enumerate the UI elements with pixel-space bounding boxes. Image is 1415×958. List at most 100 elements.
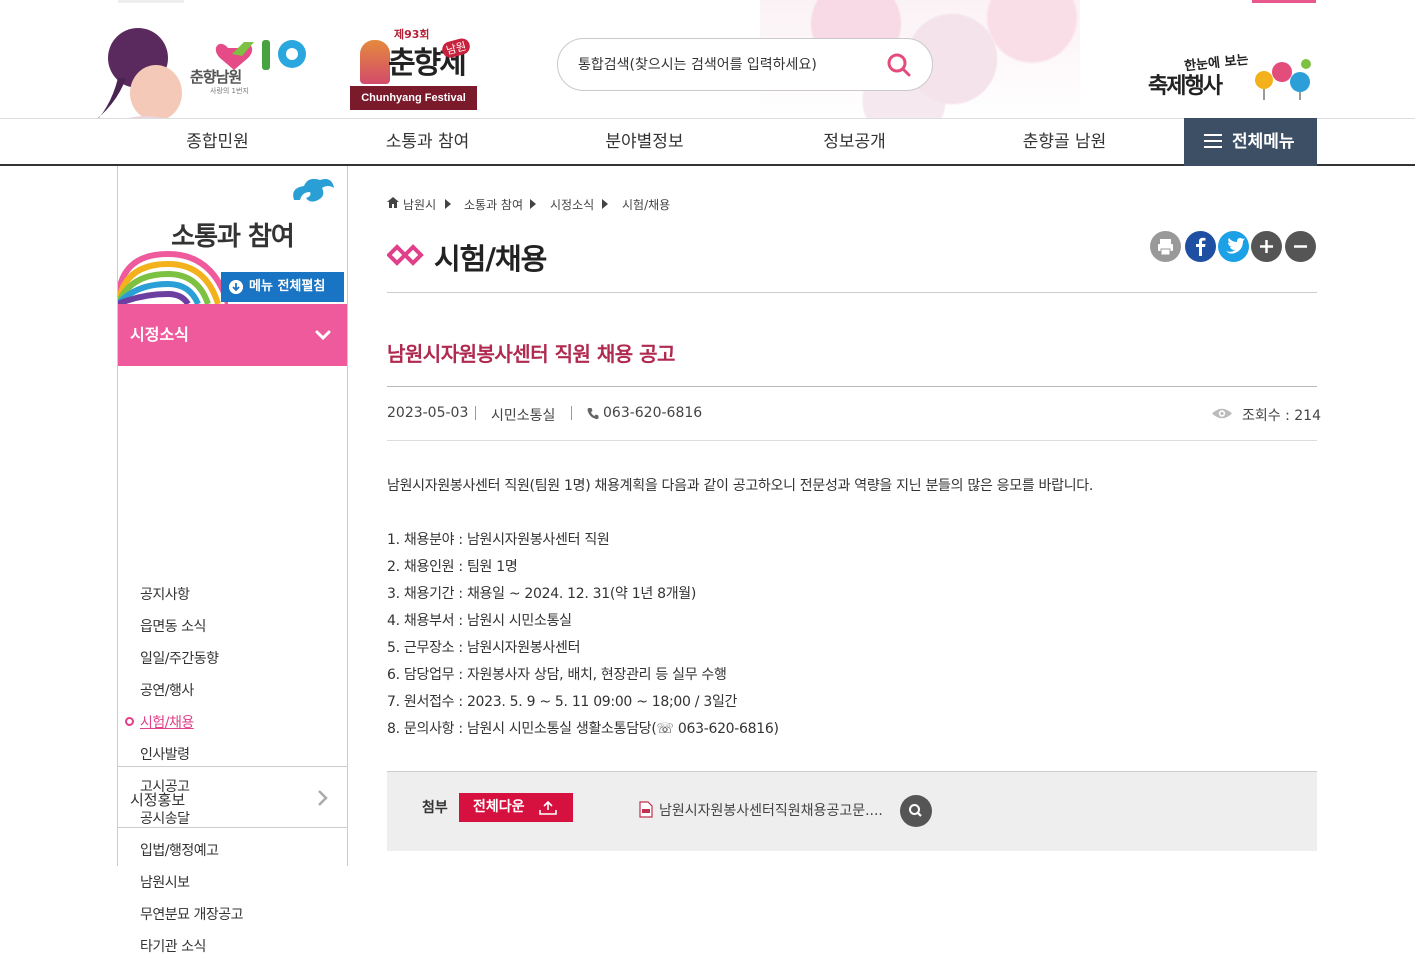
main-navigation: 종합민원 소통과 참여 분야별정보 정보공개 춘향골 남원 전체메뉴 (0, 118, 1415, 166)
preview-button[interactable] (900, 795, 932, 827)
eye-icon (1212, 408, 1232, 419)
breadcrumb-news[interactable]: 시정소식 (550, 196, 594, 213)
post-intro: 남원시자원봉사센터 직원(팀원 1명) 채용계획을 다음과 같이 공고하오니 전… (387, 478, 1094, 494)
side-item-personnel[interactable]: 인사발령 (140, 744, 190, 766)
festival-events-title: 축제행사 (1148, 74, 1223, 99)
all-menu-button[interactable]: 전체메뉴 (1184, 118, 1317, 166)
side-navigation-header: 소통과 참여 메뉴 전체펼침 (118, 166, 347, 304)
side-item-other-agency[interactable]: 타기관 소식 (140, 936, 206, 958)
post-department: 시민소통실 (491, 408, 556, 424)
zoom-in-button[interactable] (1251, 231, 1282, 262)
attachment-label: 첨부 (422, 800, 448, 816)
side-item-legislation[interactable]: 입법/행정예고 (140, 840, 219, 862)
page-tools (1150, 231, 1320, 263)
festival-figure-illustration (360, 40, 390, 84)
post-views: 조회수 : 214 (1242, 408, 1321, 424)
side-item-events[interactable]: 공연/행사 (140, 680, 194, 702)
festival-events-banner[interactable]: 한눈에 보는 축제행사 (1148, 50, 1320, 106)
current-item-bullet-icon (125, 717, 134, 726)
post-line: 1. 채용분야 : 남원시자원봉사센터 직원 (387, 532, 610, 548)
title-decoration-icon (387, 244, 424, 266)
side-item-daily-weekly[interactable]: 일일/주간동향 (140, 648, 219, 670)
divider (387, 440, 1317, 441)
twitter-share-button[interactable] (1218, 231, 1249, 262)
post-title: 남원시자원봉사센터 직원 채용 공고 (387, 342, 675, 366)
print-button[interactable] (1150, 231, 1181, 262)
all-menu-label: 전체메뉴 (1232, 132, 1295, 152)
download-all-label: 전체다운 (473, 799, 525, 815)
side-item-city-bulletin[interactable]: 남원시보 (140, 872, 190, 894)
expand-all-menu-label: 메뉴 전체펼침 (249, 279, 326, 294)
festival-english-name: Chunhyang Festival (350, 86, 477, 110)
divider (387, 292, 1317, 293)
gnb-item-communication[interactable]: 소통과 참여 (355, 119, 500, 165)
side-section-promotion[interactable]: 시정홍보 (118, 766, 347, 828)
gnb-item-field-info[interactable]: 분야별정보 (572, 119, 717, 165)
post-meta: 2023-05-03 시민소통실 063-620-6816 조회수 : 214 (387, 405, 1321, 425)
divider (387, 386, 1317, 387)
post-line: 6. 담당업무 : 자원봉사자 상담, 배치, 현장관리 등 실무 수행 (387, 667, 727, 683)
zoom-in-icon (1260, 240, 1273, 253)
side-section-promotion-label: 시정홍보 (130, 791, 186, 809)
print-icon (1158, 239, 1173, 256)
chevron-down-icon (315, 330, 331, 341)
side-item-exam-recruit[interactable]: 시험/채용 (140, 712, 194, 734)
download-circle-icon (229, 280, 243, 294)
rainbow-wave-decoration (118, 250, 228, 304)
side-section-news[interactable]: 시정소식 (118, 304, 347, 366)
preview-icon (909, 804, 922, 817)
home-icon (387, 197, 399, 208)
side-item-notice[interactable]: 공지사항 (140, 584, 190, 606)
gnb-item-namwon[interactable]: 춘향골 남원 (992, 119, 1137, 165)
page-title: 시험/채용 (434, 242, 547, 276)
zoom-out-button[interactable] (1285, 231, 1316, 262)
twitter-icon (1226, 238, 1245, 254)
side-section-label: 시정소식 (130, 325, 189, 344)
attachment-file-link[interactable]: 남원시자원봉사센터직원채용공고문.... (659, 800, 883, 820)
post-line: 8. 문의사항 : 남원시 시민소통실 생활소통담당(☏ 063-620-681… (387, 721, 779, 737)
expand-all-menu-button[interactable]: 메뉴 전체펼침 (221, 272, 344, 302)
post-line: 3. 채용기간 : 채용일 ~ 2024. 12. 31(약 1년 8개월) (387, 586, 697, 602)
file-icon (639, 801, 653, 818)
breadcrumb-home[interactable]: 남원시 (403, 196, 436, 213)
attachment-box: 첨부 전체다운 남원시자원봉사센터직원채용공고문.... (387, 771, 1317, 851)
breadcrumb-communication[interactable]: 소통과 참여 (464, 196, 523, 213)
search-button[interactable] (884, 50, 914, 80)
download-all-button[interactable]: 전체다운 (459, 793, 573, 822)
facebook-share-button[interactable] (1185, 231, 1216, 262)
city-slogan: 사랑의 1번지 (210, 87, 249, 95)
search-icon (887, 53, 911, 77)
search-input[interactable] (578, 52, 868, 78)
side-submenu: 공지사항 읍면동 소식 일일/주간동향 공연/행사 시험/채용 인사발령 고시공… (118, 366, 347, 955)
site-header: 춘향남원 사랑의 1번지 제93회 춘향제 남원 Chunhyang Festi… (0, 0, 1415, 156)
meta-separator (571, 406, 572, 420)
cloud-icon (293, 178, 334, 202)
post-line: 7. 원서접수 : 2023. 5. 9 ~ 5. 11 09:00 ~ 18;… (387, 694, 738, 710)
zoom-out-icon (1294, 245, 1307, 248)
post-line: 5. 근무장소 : 남원시자원봉사센터 (387, 640, 581, 656)
meta-separator (475, 406, 476, 420)
post-line: 2. 채용인원 : 팀원 1명 (387, 559, 518, 575)
gnb-item-disclosure[interactable]: 정보공개 (782, 119, 927, 165)
side-item-grave-notice[interactable]: 무연분묘 개장공고 (140, 904, 244, 926)
namwon-city-logo[interactable]: 춘향남원 사랑의 1번지 (190, 36, 315, 98)
post-line: 4. 채용부서 : 남원시 시민소통실 (387, 613, 572, 629)
gnb-item-civil-service[interactable]: 종합민원 (145, 119, 290, 165)
side-item-town-news[interactable]: 읍면동 소식 (140, 616, 206, 638)
facebook-icon (1196, 237, 1206, 256)
chunhyang-festival-logo[interactable]: 제93회 춘향제 남원 Chunhyang Festival (350, 26, 478, 110)
post-phone: 063-620-6816 (603, 405, 703, 421)
download-icon (539, 800, 557, 815)
top-accent-line-pink (1252, 0, 1316, 3)
breadcrumb-arrow-icon (445, 199, 451, 209)
breadcrumb-arrow-icon (602, 199, 608, 209)
chevron-right-icon (318, 790, 328, 806)
phone-icon (587, 408, 599, 420)
city-name: 춘향남원 (190, 68, 242, 86)
top-accent-line (118, 0, 184, 3)
search-box (557, 38, 933, 91)
breadcrumb-arrow-icon (530, 199, 536, 209)
breadcrumb-current[interactable]: 시험/채용 (622, 196, 670, 213)
menu-icon (1204, 134, 1222, 148)
balloon-icon (1255, 59, 1311, 100)
